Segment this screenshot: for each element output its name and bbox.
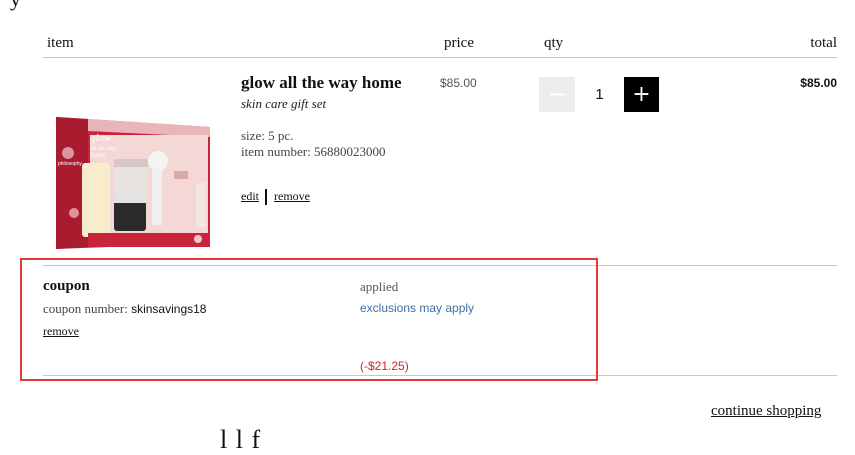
gift-set-box-image: glow all the way home philosophy	[48, 113, 218, 251]
qty-input[interactable]	[575, 77, 624, 112]
product-price: $85.00	[440, 76, 477, 90]
item-number-value: 56880023000	[313, 144, 386, 159]
page-heading-top-fragment: y	[10, 0, 21, 12]
box-text-brand: philosophy	[58, 161, 82, 167]
header-divider	[43, 57, 837, 58]
remove-item-link[interactable]: remove	[274, 189, 310, 204]
column-header-price: price	[444, 35, 474, 51]
product-size-label: size:	[241, 128, 265, 143]
column-header-item: item	[47, 35, 74, 51]
product-image[interactable]: glow all the way home philosophy	[48, 113, 218, 251]
column-header-total: total	[810, 35, 837, 51]
product-size-value: 5 pc.	[268, 128, 294, 143]
product-subtitle: skin care gift set	[241, 96, 327, 111]
continue-shopping-link[interactable]: continue shopping	[711, 403, 821, 420]
page-heading-bottom-fragment: l l f	[220, 425, 262, 454]
product-name[interactable]: glow all the way home	[241, 73, 402, 93]
line-total: $85.00	[800, 76, 837, 90]
edit-link[interactable]: edit	[241, 189, 259, 204]
product-size: size: 5 pc.	[241, 128, 293, 144]
item-number-label: item number:	[241, 144, 311, 159]
box-text-line3: home	[90, 151, 106, 159]
column-header-qty: qty	[544, 35, 564, 51]
coupon-highlight-box	[20, 258, 598, 381]
qty-increase-button[interactable]: +	[624, 77, 659, 112]
box-text-glow: glow	[90, 132, 112, 144]
link-separator	[265, 189, 267, 205]
qty-decrease-button[interactable]: −	[539, 77, 575, 112]
product-item-number: item number: 56880023000	[241, 144, 385, 160]
